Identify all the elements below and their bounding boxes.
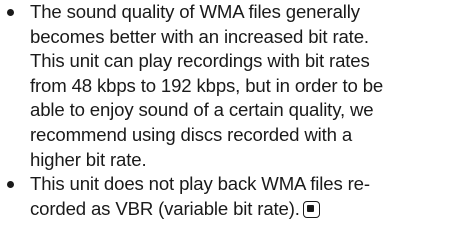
text-line: recommend using discs recorded with a	[30, 123, 353, 145]
text-line: The sound quality of WMA files generally	[30, 1, 360, 22]
text-line: This unit does not play back WMA files r…	[30, 173, 370, 195]
text-line-last: corded as VBR (variable bit rate).	[30, 197, 457, 222]
text-line: from 48 kbps to 192 kbps, but in order t…	[30, 74, 384, 96]
bullet-item-wma-vbr: This unit does not play back WMA files r…	[0, 172, 457, 221]
text-line: corded as VBR (variable bit rate).	[30, 197, 300, 219]
bullet-dot-icon	[7, 181, 14, 189]
bullet-list: The sound quality of WMA files generally…	[0, 0, 457, 221]
text-line: higher bit rate.	[30, 148, 147, 170]
bullet-item-wma-bitrate: The sound quality of WMA files generally…	[0, 0, 457, 172]
square-end-mark-inner	[307, 205, 315, 213]
text-line: This unit can play recordings with bit r…	[30, 50, 370, 72]
square-end-mark-icon	[302, 200, 320, 218]
text-line: becomes better with an increased bit rat…	[30, 25, 369, 47]
bullet-dot-icon	[7, 9, 14, 16]
text-line: able to enjoy sound of a certain quality…	[30, 99, 374, 121]
